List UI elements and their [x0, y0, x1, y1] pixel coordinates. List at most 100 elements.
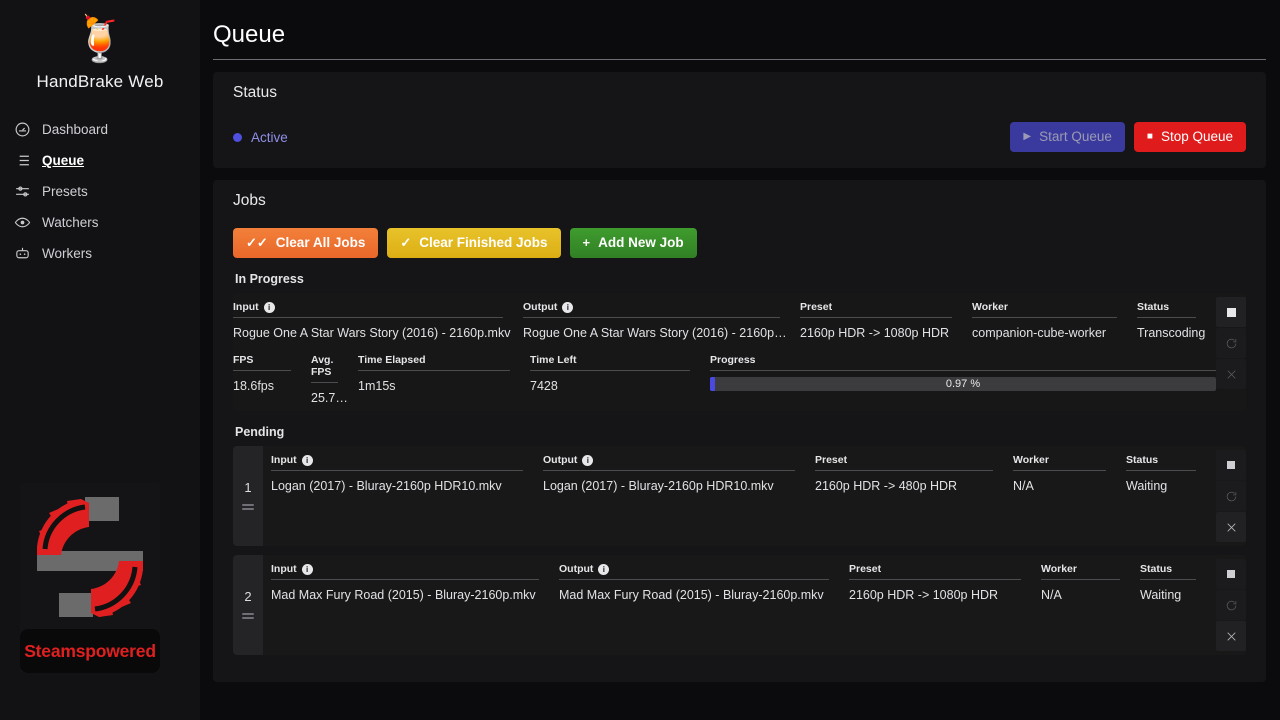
value-input: Logan (2017) - Bluray-2160p HDR10.mkv — [271, 479, 502, 493]
sidebar: 🍹 HandBrake Web Dashboard Queue Presets … — [0, 0, 200, 720]
start-queue-button[interactable]: ▶ Start Queue — [1010, 122, 1125, 152]
drag-handle-icon[interactable] — [242, 502, 254, 512]
info-icon[interactable]: i — [263, 301, 275, 313]
drag-handle-icon[interactable] — [242, 611, 254, 621]
clear-finished-jobs-label: Clear Finished Jobs — [419, 235, 548, 250]
header-fps-label: FPS — [233, 354, 254, 366]
restart-icon — [1226, 338, 1236, 348]
status-value: Active — [251, 129, 288, 145]
close-x-icon — [1226, 522, 1236, 532]
cell-input: Input i Logan (2017) - Bluray-2160p HDR1… — [271, 454, 543, 493]
header-output: Output i — [523, 301, 780, 318]
job-row-in-progress[interactable]: Input i Rogue One A Star Wars Story (201… — [233, 293, 1246, 411]
cell-status: Status Transcoding — [1137, 301, 1216, 340]
status-dot-icon — [233, 132, 242, 142]
info-icon[interactable]: i — [598, 563, 610, 575]
value-output: Logan (2017) - Bluray-2160p HDR10.mkv — [543, 479, 774, 493]
stop-queue-label: Stop Queue — [1160, 129, 1233, 144]
header-time-elapsed-label: Time Elapsed — [358, 354, 426, 366]
header-status-label: Status — [1137, 301, 1170, 313]
progress-label: 0.97 % — [945, 378, 981, 390]
header-avg-fps: Avg. FPS — [311, 354, 338, 383]
status-badge: Active — [233, 130, 288, 145]
sidebar-item-dashboard[interactable]: Dashboard — [0, 114, 200, 145]
header-time-left-label: Time Left — [530, 354, 577, 366]
clear-all-jobs-label: Clear All Jobs — [275, 235, 366, 250]
stop-job-button[interactable] — [1216, 450, 1246, 480]
header-preset: Preset — [815, 454, 993, 471]
clear-all-jobs-button[interactable]: ✓✓ Clear All Jobs — [233, 228, 379, 258]
check-icon: ✓ — [400, 235, 412, 250]
cell-status: Status Waiting — [1140, 563, 1216, 602]
header-input: Input i — [233, 301, 503, 318]
header-worker: Worker — [1041, 563, 1120, 580]
header-preset-label: Preset — [800, 301, 833, 313]
app-logo-icon: 🍹 — [72, 15, 128, 64]
value-avg-fps: 25.7fps — [311, 391, 348, 405]
cell-input: Input i Mad Max Fury Road (2015) - Blura… — [271, 563, 559, 602]
sidebar-item-label: Presets — [42, 184, 88, 199]
header-avg-fps-label: Avg. FPS — [311, 354, 334, 378]
job-top-grid: Input i Rogue One A Star Wars Story (201… — [233, 301, 1216, 340]
sidebar-item-label: Dashboard — [42, 122, 109, 137]
progress-bar-wrap: 0.97 % — [710, 371, 1216, 391]
cell-time-left: Time Left 7428 — [530, 354, 710, 405]
header-input-label: Input — [271, 563, 297, 575]
sidebar-nav: Dashboard Queue Presets Watchers Workers — [0, 114, 200, 269]
header-fps: FPS — [233, 354, 291, 371]
job-index-handle[interactable]: 2 — [233, 555, 263, 655]
clear-finished-jobs-button[interactable]: ✓ Clear Finished Jobs — [387, 228, 561, 258]
cell-output: Output i Logan (2017) - Bluray-2160p HDR… — [543, 454, 815, 493]
header-status-label: Status — [1126, 454, 1159, 466]
robot-icon — [14, 245, 31, 262]
cell-avg-fps: Avg. FPS 25.7fps — [311, 354, 358, 405]
header-worker: Worker — [972, 301, 1117, 318]
job-index-handle[interactable]: 1 — [233, 446, 263, 546]
info-icon[interactable]: i — [582, 454, 594, 466]
restart-job-button[interactable] — [1216, 328, 1246, 358]
info-icon[interactable]: i — [562, 301, 574, 313]
sidebar-item-presets[interactable]: Presets — [0, 176, 200, 207]
restart-job-button[interactable] — [1216, 481, 1246, 511]
restart-icon — [1226, 491, 1236, 501]
sponsor-name: Steamspowered — [20, 629, 160, 673]
cell-progress: Progress 0.97 % — [710, 354, 1216, 405]
job-row-pending-2[interactable]: 2 Input i Mad Max Fury Road (2015) - Blu… — [233, 555, 1246, 655]
stop-job-button[interactable] — [1216, 297, 1246, 327]
value-preset: 2160p HDR -> 480p HDR — [815, 479, 958, 493]
cell-output: Output i Rogue One A Star Wars Story (20… — [523, 301, 800, 340]
sidebar-item-queue[interactable]: Queue — [0, 145, 200, 176]
stop-square-icon: ■ — [1146, 131, 1153, 142]
sidebar-item-workers[interactable]: Workers — [0, 238, 200, 269]
sidebar-item-watchers[interactable]: Watchers — [0, 207, 200, 238]
jobs-card: Jobs ✓✓ Clear All Jobs ✓ Clear Finished … — [213, 180, 1266, 682]
queue-controls: ▶ Start Queue ■ Stop Queue — [1010, 122, 1246, 152]
value-worker: N/A — [1041, 588, 1062, 602]
job-row-pending-1[interactable]: 1 Input i Logan (2017) - Bluray-2160p HD… — [233, 446, 1246, 546]
header-preset: Preset — [800, 301, 952, 318]
restart-job-button[interactable] — [1216, 590, 1246, 620]
job-actions — [1216, 293, 1246, 411]
header-worker: Worker — [1013, 454, 1106, 471]
cancel-job-button[interactable] — [1216, 621, 1246, 651]
cell-preset: Preset 2160p HDR -> 1080p HDR — [849, 563, 1041, 602]
cancel-job-button[interactable] — [1216, 359, 1246, 389]
header-status: Status — [1140, 563, 1196, 580]
stop-job-button[interactable] — [1216, 559, 1246, 589]
info-icon[interactable]: i — [301, 563, 313, 575]
add-new-job-label: Add New Job — [598, 235, 684, 250]
eye-icon — [14, 214, 31, 231]
job-body: Input i Mad Max Fury Road (2015) - Blura… — [263, 555, 1216, 655]
job-top-grid: Input i Mad Max Fury Road (2015) - Blura… — [271, 563, 1216, 602]
info-icon[interactable]: i — [301, 454, 313, 466]
header-input: Input i — [271, 454, 523, 471]
sponsor-badge[interactable]: Steamspowered — [20, 483, 160, 673]
add-new-job-button[interactable]: + Add New Job — [569, 228, 697, 258]
brand-title: HandBrake Web — [36, 72, 164, 91]
app-root: 🍹 HandBrake Web Dashboard Queue Presets … — [0, 0, 1280, 720]
cancel-job-button[interactable] — [1216, 512, 1246, 542]
sidebar-item-label: Queue — [42, 153, 85, 168]
close-x-icon — [1226, 369, 1236, 379]
value-output: Mad Max Fury Road (2015) - Bluray-2160p.… — [559, 588, 824, 602]
stop-queue-button[interactable]: ■ Stop Queue — [1133, 122, 1246, 152]
